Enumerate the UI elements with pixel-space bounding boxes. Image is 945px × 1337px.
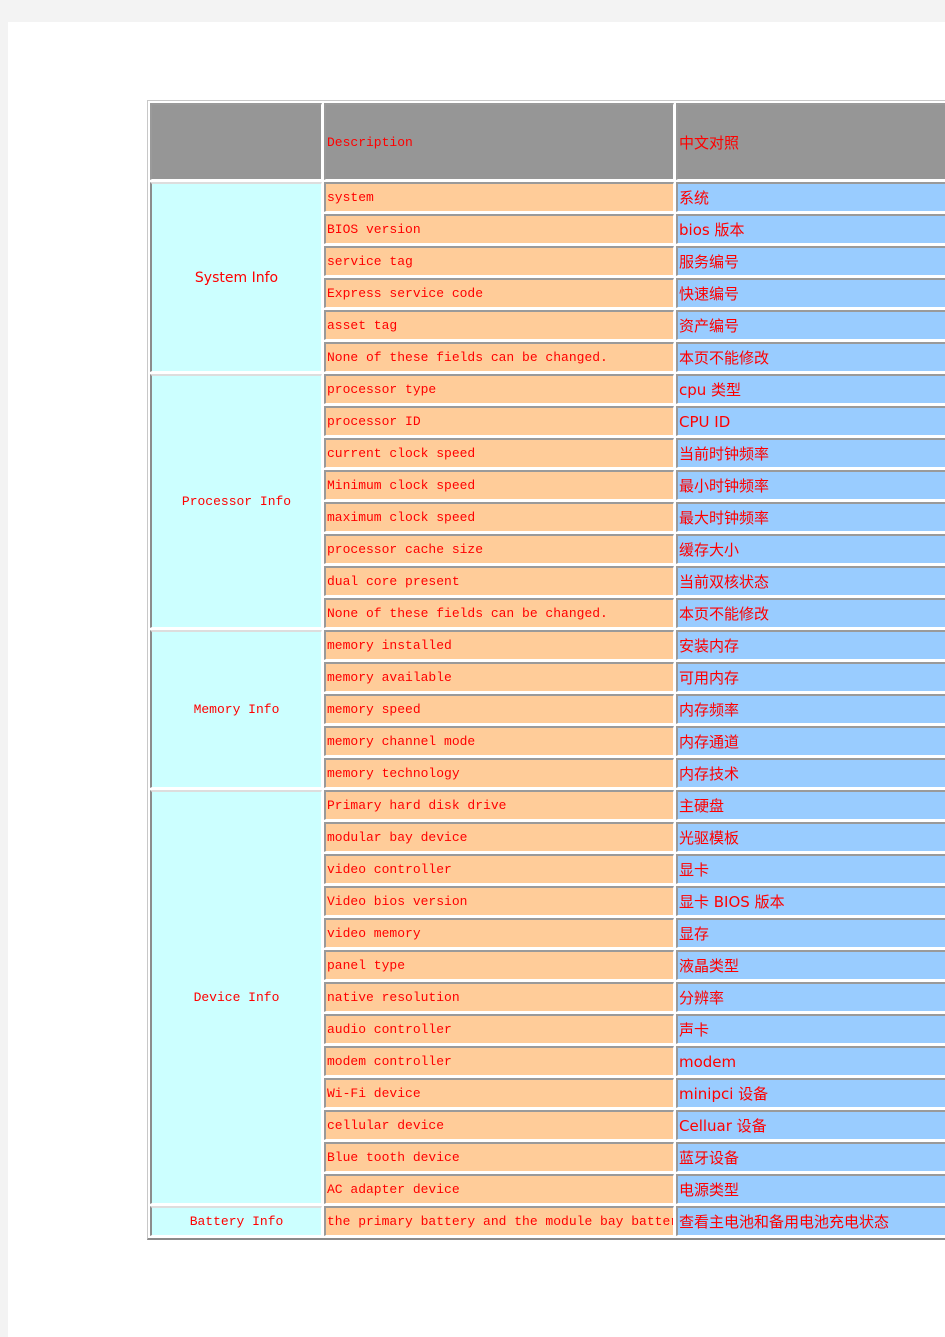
description-cell: modular bay device: [324, 822, 674, 852]
chinese-translation-cell: 服务编号: [676, 246, 945, 276]
description-cell: Wi-Fi device: [324, 1078, 674, 1108]
chinese-translation-cell: 资产编号: [676, 310, 945, 340]
chinese-translation-cell: 显卡: [676, 854, 945, 884]
table-row: System Info system 系统: [150, 182, 945, 372]
table-row: Processor Info processor type cpu 类型: [150, 374, 945, 628]
description-cell: panel type: [324, 950, 674, 980]
chinese-translation-cell: 内存频率: [676, 694, 945, 724]
chinese-translation-cell: 内存通道: [676, 726, 945, 756]
description-cell: current clock speed: [324, 438, 674, 468]
chinese-translation-cell: 分辨率: [676, 982, 945, 1012]
description-cell: memory channel mode: [324, 726, 674, 756]
description-cell: service tag: [324, 246, 674, 276]
description-cell: memory speed: [324, 694, 674, 724]
chinese-translation-cell: 显卡 BIOS 版本: [676, 886, 945, 916]
description-cell: system: [324, 182, 674, 212]
category-cell: Device Info: [150, 790, 322, 1204]
description-cell: maximum clock speed: [324, 502, 674, 532]
category-cell: Battery Info: [150, 1206, 322, 1236]
table-row: Device Info Primary hard disk drive 主硬盘: [150, 790, 945, 1204]
description-cell: Video bios version: [324, 886, 674, 916]
chinese-translation-cell: 本页不能修改: [676, 342, 945, 372]
description-cell: video memory: [324, 918, 674, 948]
chinese-translation-cell: 最小时钟频率: [676, 470, 945, 500]
chinese-translation-cell: 可用内存: [676, 662, 945, 692]
chinese-translation-cell: 蓝牙设备: [676, 1142, 945, 1172]
description-cell: memory technology: [324, 758, 674, 788]
description-cell: BIOS version: [324, 214, 674, 244]
description-cell: Blue tooth device: [324, 1142, 674, 1172]
chinese-translation-cell: bios 版本: [676, 214, 945, 244]
description-cell: processor cache size: [324, 534, 674, 564]
chinese-translation-cell: 声卡: [676, 1014, 945, 1044]
description-cell: Primary hard disk drive: [324, 790, 674, 820]
category-cell: Processor Info: [150, 374, 322, 628]
description-cell: audio controller: [324, 1014, 674, 1044]
chinese-translation-cell: 电源类型: [676, 1174, 945, 1204]
chinese-translation-cell: 光驱模板: [676, 822, 945, 852]
description-cell: the primary battery and the module bay b…: [324, 1206, 674, 1236]
description-cell: dual core present: [324, 566, 674, 596]
description-cell: asset tag: [324, 310, 674, 340]
category-cell: System Info: [150, 182, 322, 372]
description-cell: video controller: [324, 854, 674, 884]
chinese-translation-cell: 当前时钟频率: [676, 438, 945, 468]
header-category-cell: [150, 103, 322, 180]
chinese-translation-cell: cpu 类型: [676, 374, 945, 404]
document-page: Description 中文对照 System Info system 系统 BIOS…: [8, 22, 945, 1337]
chinese-translation-cell: 本页不能修改: [676, 598, 945, 628]
chinese-translation-cell: 内存技术: [676, 758, 945, 788]
table-header-row: Description 中文对照: [150, 103, 945, 180]
chinese-translation-cell: CPU ID: [676, 406, 945, 436]
category-cell: Memory Info: [150, 630, 322, 788]
table-row: Battery Info the primary battery and the …: [150, 1206, 945, 1236]
description-cell: Express service code: [324, 278, 674, 308]
bios-info-table: Description 中文对照 System Info system 系统 BIOS…: [147, 100, 945, 1240]
chinese-translation-cell: 系统: [676, 182, 945, 212]
description-cell: processor ID: [324, 406, 674, 436]
description-cell: None of these fields can be changed.: [324, 342, 674, 372]
chinese-translation-cell: Celluar 设备: [676, 1110, 945, 1140]
description-cell: cellular device: [324, 1110, 674, 1140]
chinese-translation-cell: 显存: [676, 918, 945, 948]
chinese-translation-cell: minipci 设备: [676, 1078, 945, 1108]
chinese-translation-cell: 查看主电池和备用电池充电状态: [676, 1206, 945, 1236]
description-cell: native resolution: [324, 982, 674, 1012]
description-cell: memory installed: [324, 630, 674, 660]
header-description-cell: Description: [324, 103, 674, 180]
description-cell: Minimum clock speed: [324, 470, 674, 500]
description-cell: modem controller: [324, 1046, 674, 1076]
chinese-translation-cell: 最大时钟频率: [676, 502, 945, 532]
chinese-translation-cell: 主硬盘: [676, 790, 945, 820]
chinese-translation-cell: modem: [676, 1046, 945, 1076]
header-chinese-cell: 中文对照: [676, 103, 945, 180]
description-cell: processor type: [324, 374, 674, 404]
description-cell: None of these fields can be changed.: [324, 598, 674, 628]
description-cell: memory available: [324, 662, 674, 692]
chinese-translation-cell: 液晶类型: [676, 950, 945, 980]
chinese-translation-cell: 缓存大小: [676, 534, 945, 564]
description-cell: AC adapter device: [324, 1174, 674, 1204]
chinese-translation-cell: 当前双核状态: [676, 566, 945, 596]
table-row: Memory Info memory installed 安装内存: [150, 630, 945, 788]
chinese-translation-cell: 安装内存: [676, 630, 945, 660]
chinese-translation-cell: 快速编号: [676, 278, 945, 308]
